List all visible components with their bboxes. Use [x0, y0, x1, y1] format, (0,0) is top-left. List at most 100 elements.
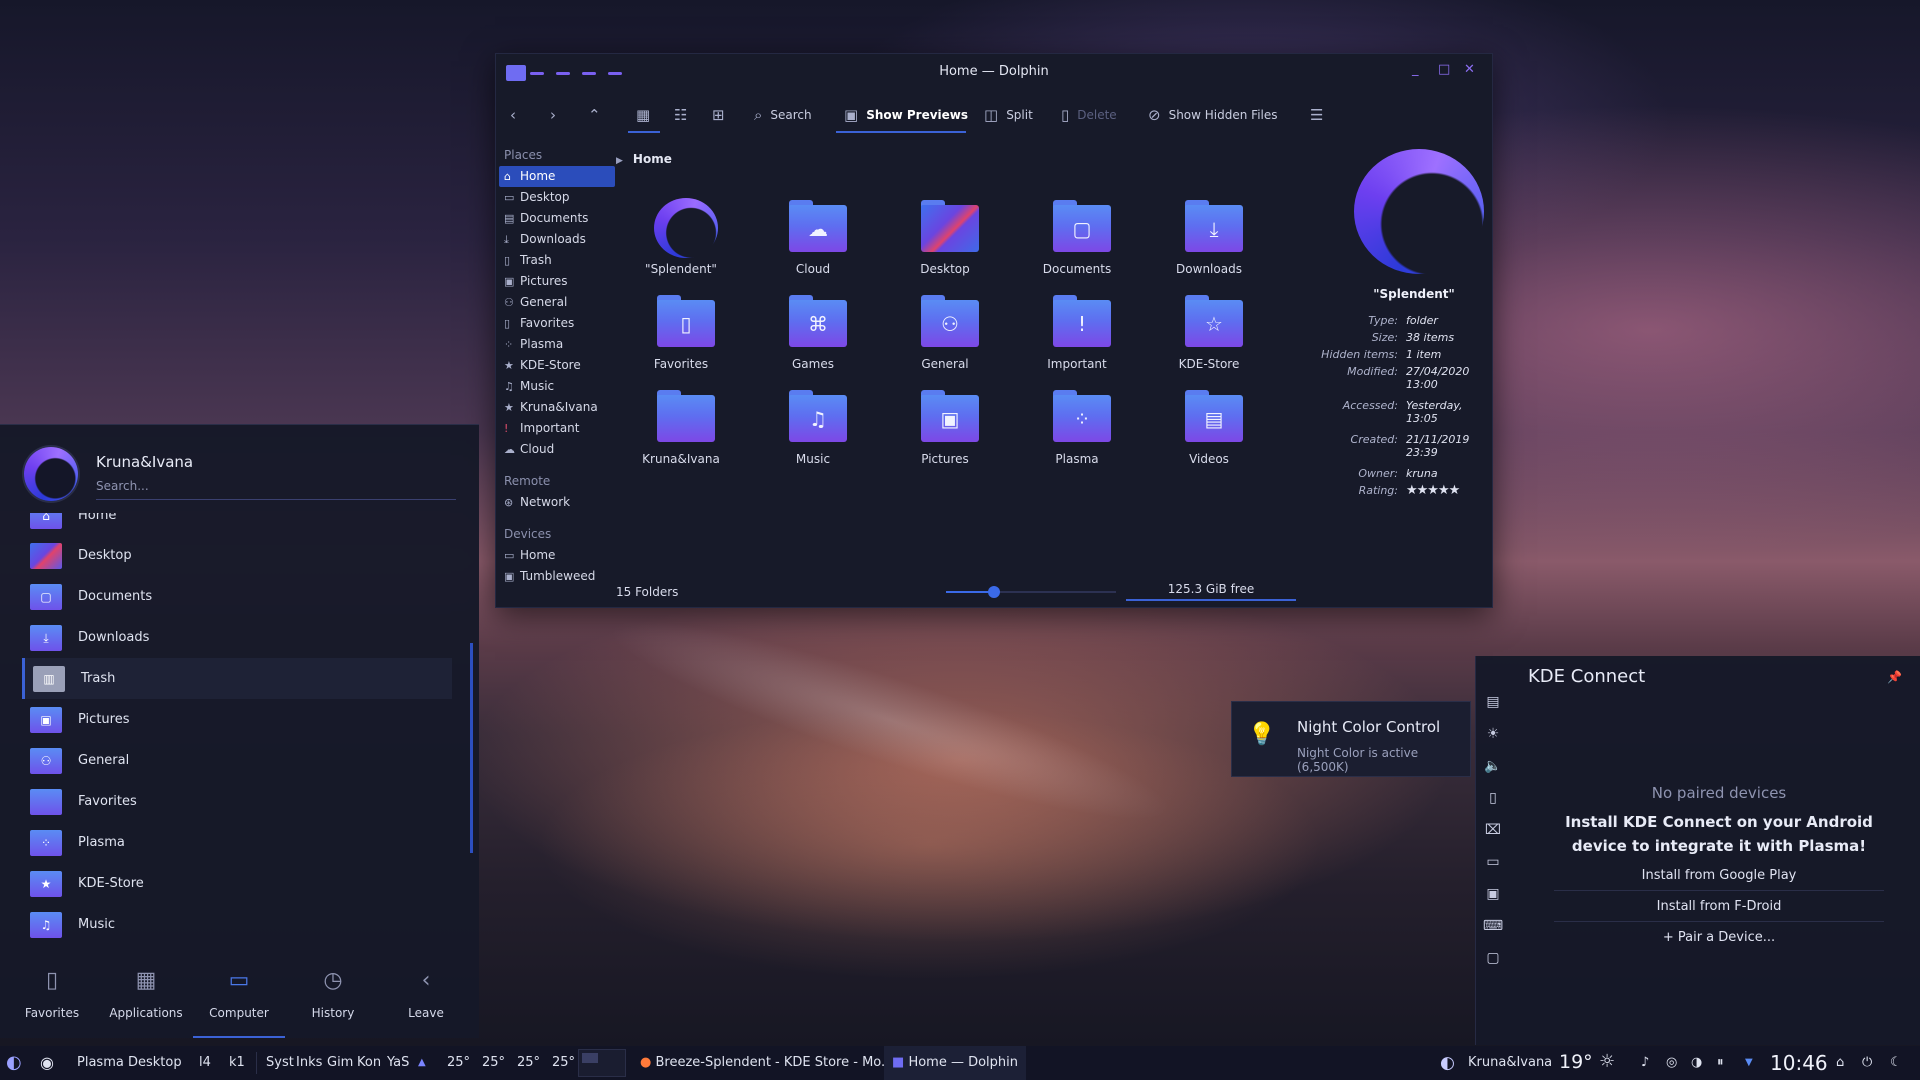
folder-kde-store[interactable]: ☆ KDE-Store: [1149, 289, 1269, 379]
free-space[interactable]: 125.3 GiB free: [1126, 582, 1296, 601]
details-view-button[interactable]: ⊞: [712, 106, 725, 124]
kdeconnect-icon[interactable]: ▣: [1476, 878, 1510, 910]
keyboard-icon[interactable]: ⌨: [1476, 910, 1510, 942]
tab-favorites[interactable]: ▯ Favorites: [6, 948, 98, 1038]
pin-icon[interactable]: 📌: [1887, 670, 1902, 684]
volume-icon[interactable]: 🔈: [1476, 750, 1510, 782]
place-documents[interactable]: ▤ Documents: [496, 208, 618, 229]
tab-leave[interactable]: ‹ Leave: [380, 948, 472, 1038]
bluetooth-icon[interactable]: ◎: [1666, 1055, 1677, 1070]
list-item[interactable]: ▣ Pictures: [22, 699, 452, 740]
widget-k1[interactable]: k1: [229, 1055, 245, 1070]
tab-applications[interactable]: ▦ Applications: [100, 948, 192, 1038]
show-previews-button[interactable]: ▣ Show Previews: [844, 106, 968, 124]
breadcrumb[interactable]: ▶ Home: [616, 152, 672, 166]
menu-button[interactable]: ☰: [1310, 106, 1323, 124]
split-button[interactable]: ◫ Split: [984, 106, 1033, 124]
launcher-scrollbar[interactable]: [470, 643, 473, 853]
up-button[interactable]: ⌃: [588, 106, 601, 124]
list-item[interactable]: ⌂ Home: [22, 513, 452, 536]
user-avatar-icon[interactable]: ◐: [1440, 1053, 1455, 1073]
place-home[interactable]: ⌂ Home: [499, 166, 615, 187]
weather-icon[interactable]: ☼: [1599, 1051, 1615, 1072]
launcher-shortcut[interactable]: Kon: [357, 1055, 381, 1070]
folder-splendent[interactable]: "Splendent": [621, 194, 741, 284]
close-icon[interactable]: ✕: [1464, 62, 1475, 77]
task-dolphin[interactable]: ■ Home — Dolphin: [884, 1046, 1027, 1080]
avatar[interactable]: [24, 447, 78, 501]
launcher-icon[interactable]: ◐: [6, 1052, 22, 1073]
triangle-up-icon[interactable]: ▲: [418, 1057, 426, 1068]
user-switcher[interactable]: Kruna&Ivana: [1468, 1055, 1552, 1070]
rating-stars[interactable]: ★★★★★: [1406, 484, 1490, 497]
list-item[interactable]: ★ KDE-Store: [22, 863, 452, 904]
weather-temperature[interactable]: 19°: [1559, 1051, 1593, 1073]
media-pause-icon[interactable]: ⏸: [1717, 1055, 1724, 1070]
moon-icon[interactable]: ☾: [1890, 1055, 1902, 1070]
device-tumbleweed[interactable]: ▣ Tumbleweed: [496, 566, 618, 587]
launcher-shortcut[interactable]: YaS: [387, 1055, 409, 1070]
widget-l4[interactable]: l4: [199, 1055, 211, 1070]
clipboard-icon[interactable]: ▤: [1476, 686, 1510, 718]
active-window-title[interactable]: Plasma Desktop: [77, 1055, 182, 1070]
launcher-shortcut[interactable]: Gim: [327, 1055, 353, 1070]
install-fdroid-button[interactable]: Install from F-Droid: [1554, 899, 1884, 922]
zoom-slider[interactable]: [946, 586, 1116, 598]
zoom-slider-handle[interactable]: [987, 586, 1000, 598]
night-color-popup[interactable]: 💡 Night Color Control Night Color is act…: [1231, 701, 1471, 777]
folder-music[interactable]: ♫ Music: [753, 384, 873, 474]
list-item[interactable]: ▢ Documents: [22, 576, 452, 617]
folder-documents[interactable]: ▢ Documents: [1017, 194, 1137, 284]
lock-icon[interactable]: ⌂: [1836, 1055, 1844, 1070]
place-kde-store[interactable]: ★ KDE-Store: [496, 355, 618, 376]
place-trash[interactable]: ▯ Trash: [496, 250, 618, 271]
list-item[interactable]: ⁘ Plasma: [22, 822, 452, 863]
folder-cloud[interactable]: ☁ Cloud: [753, 194, 873, 284]
list-item[interactable]: ⚇ General: [22, 740, 452, 781]
show-hidden-button[interactable]: ⊘ Show Hidden Files: [1148, 106, 1278, 124]
maximize-icon[interactable]: □: [1438, 62, 1450, 77]
folder-kruna-ivana[interactable]: Kruna&Ivana: [621, 384, 741, 474]
folder-games[interactable]: ⌘ Games: [753, 289, 873, 379]
folder-videos[interactable]: ▤ Videos: [1149, 384, 1269, 474]
tab-history[interactable]: ◷ History: [287, 948, 379, 1038]
place-network[interactable]: ⊛ Network: [496, 492, 618, 513]
clock[interactable]: 10:46: [1770, 1051, 1828, 1075]
place-important[interactable]: ! Important: [496, 418, 618, 439]
task-firefox[interactable]: ● Breeze-Splendent - KDE Store - Mo...: [632, 1046, 901, 1080]
forward-button[interactable]: ›: [550, 106, 556, 124]
folder-general[interactable]: ⚇ General: [885, 289, 1005, 379]
place-desktop[interactable]: ▭ Desktop: [496, 187, 618, 208]
brightness-icon[interactable]: ☀: [1476, 718, 1510, 750]
desktop-pager[interactable]: [578, 1049, 626, 1077]
launcher-shortcut[interactable]: Syst: [266, 1055, 294, 1070]
night-color-icon[interactable]: ◑: [1691, 1055, 1702, 1070]
phone-icon[interactable]: ▯: [1476, 782, 1510, 814]
expand-tray-icon[interactable]: ▼: [1745, 1057, 1753, 1068]
device-home[interactable]: ▭ Home: [496, 545, 618, 566]
back-button[interactable]: ‹: [510, 106, 516, 124]
list-item[interactable]: ♫ Music: [22, 904, 452, 943]
screen-icon[interactable]: ▢: [1476, 942, 1510, 974]
place-pictures[interactable]: ▣ Pictures: [496, 271, 618, 292]
list-item[interactable]: ⤓ Downloads: [22, 617, 452, 658]
place-music[interactable]: ♫ Music: [496, 376, 618, 397]
compact-view-button[interactable]: ☷: [674, 106, 687, 124]
pair-device-button[interactable]: + Pair a Device...: [1554, 930, 1884, 952]
folder-important[interactable]: ! Important: [1017, 289, 1137, 379]
bell-icon[interactable]: ♪: [1641, 1055, 1649, 1070]
place-general[interactable]: ⚇ General: [496, 292, 618, 313]
folder-downloads[interactable]: ⤓ Downloads: [1149, 194, 1269, 284]
search-input[interactable]: Search...: [96, 479, 456, 500]
delete-button[interactable]: ▯ Delete: [1061, 106, 1117, 124]
minimize-icon[interactable]: _: [1412, 62, 1419, 77]
install-google-play-button[interactable]: Install from Google Play: [1554, 868, 1884, 891]
tab-computer[interactable]: ▭ Computer: [193, 948, 285, 1038]
list-item[interactable]: ▥ Trash: [22, 658, 452, 699]
usb-icon[interactable]: ⌧: [1476, 814, 1510, 846]
folder-pictures[interactable]: ▣ Pictures: [885, 384, 1005, 474]
search-button[interactable]: ⌕ Search: [754, 106, 812, 124]
folder-desktop[interactable]: Desktop: [885, 194, 1005, 284]
pager-desktop-1[interactable]: [582, 1053, 598, 1063]
titlebar[interactable]: Home — Dolphin _ □ ✕: [496, 54, 1492, 90]
